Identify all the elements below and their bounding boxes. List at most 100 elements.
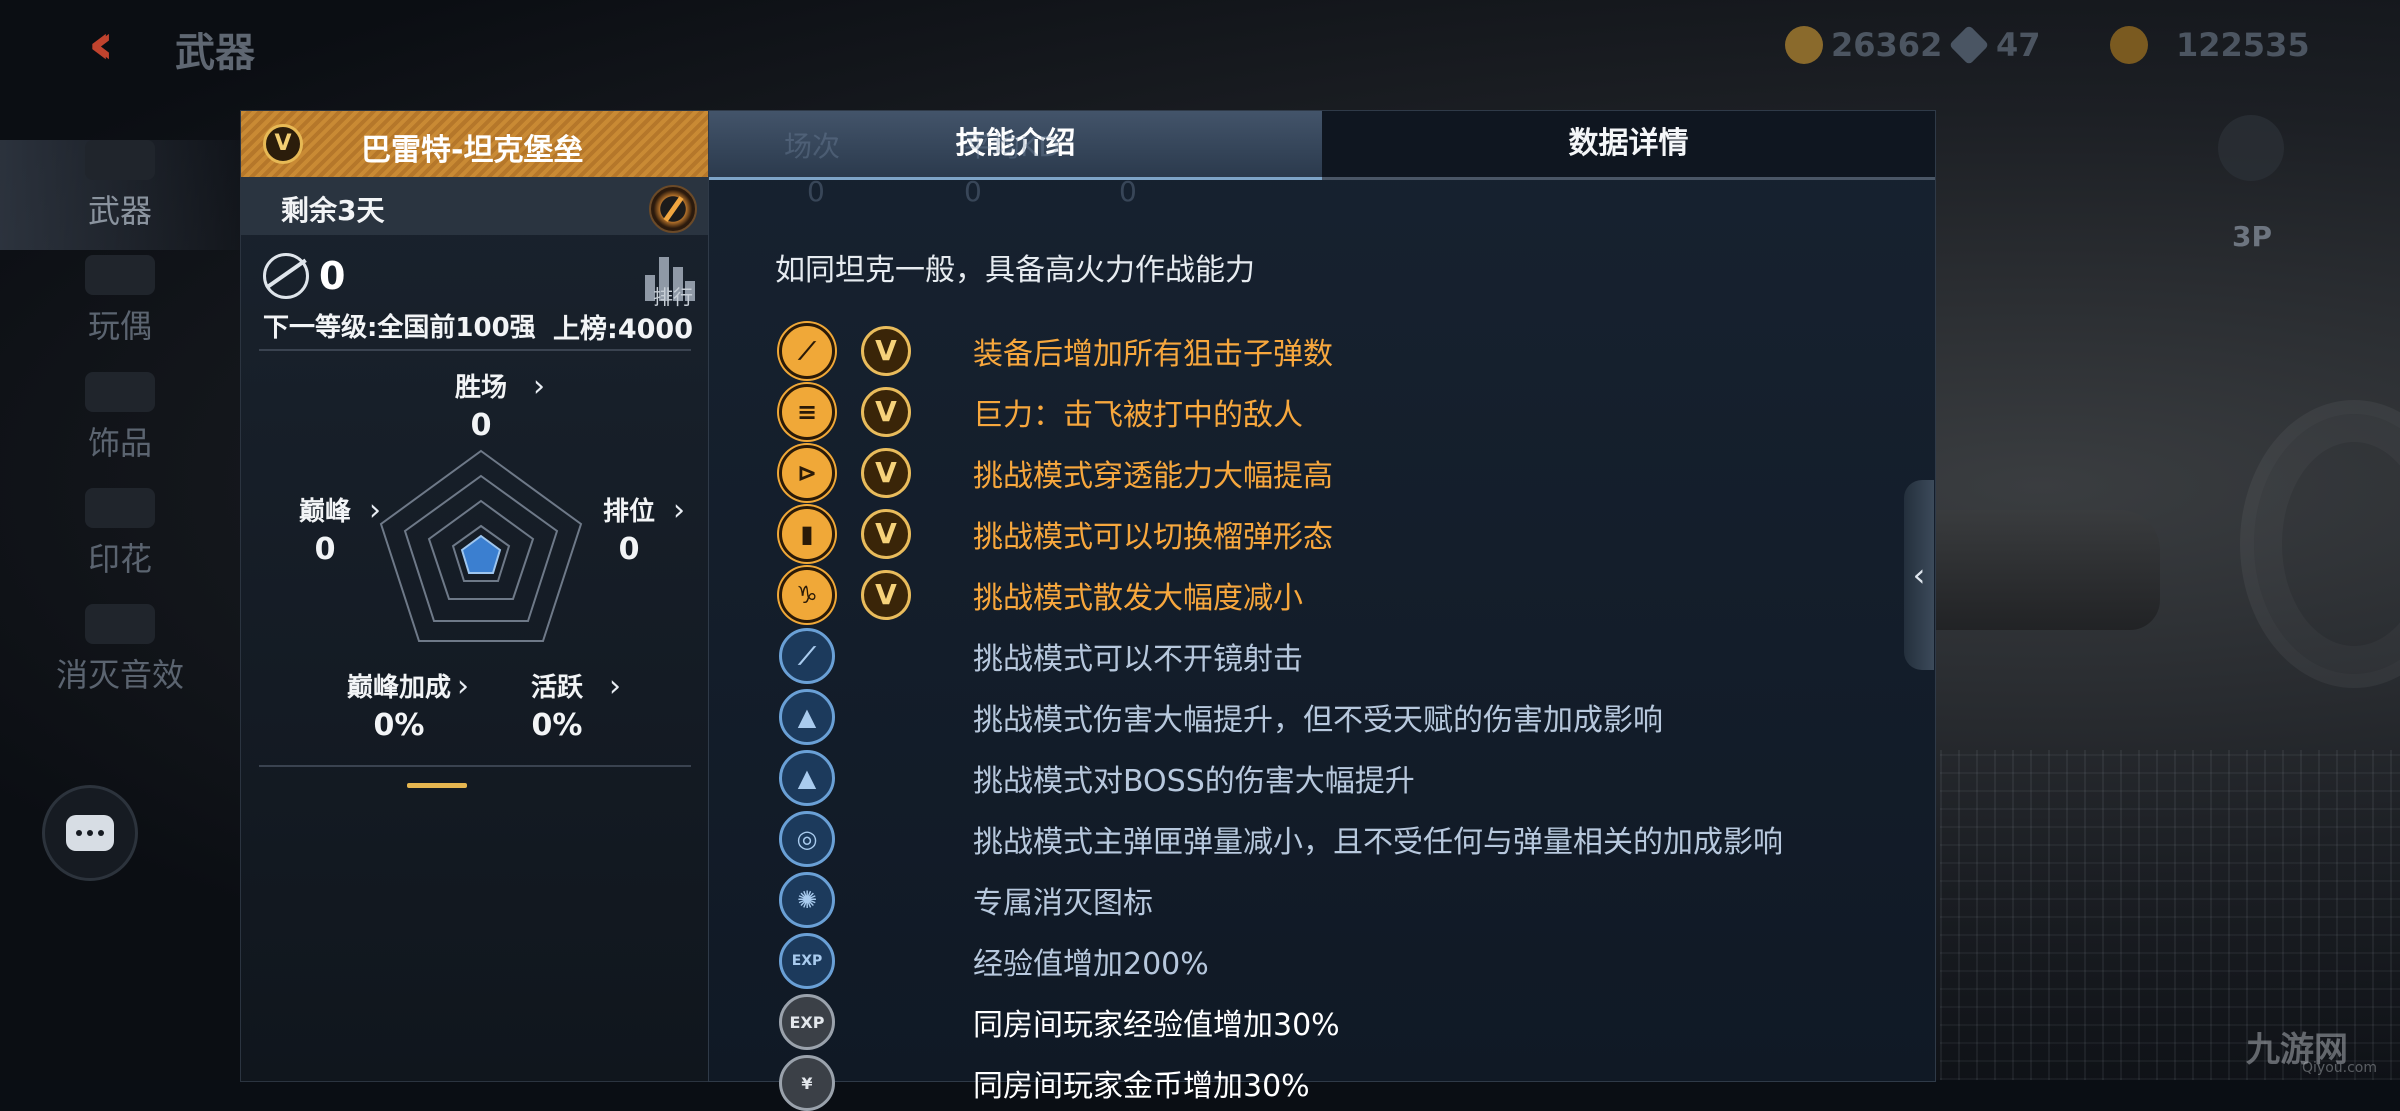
panel-tabs: 技能介绍 数据详情 — [709, 111, 1935, 180]
top-bar: ‹‹ 武器 26362 47 122535 — [0, 0, 2400, 90]
skin-preview-icon[interactable] — [649, 185, 697, 233]
kill-count-row: 0 — [263, 253, 345, 299]
grenade-icon: ▮ — [779, 506, 835, 562]
speaker-icon — [85, 604, 155, 644]
sidebar-item-accessory[interactable]: 饰品 — [0, 372, 240, 482]
decal-icon — [85, 488, 155, 528]
divider — [259, 349, 691, 351]
energy-coin-icon — [1785, 26, 1823, 64]
stat-value: 0% — [531, 708, 583, 743]
sidebar-item-label: 武器 — [87, 192, 152, 230]
next-level-text: 下一等级:全国前100强 — [263, 313, 536, 343]
rank-score: 上榜:4000 — [553, 314, 693, 345]
stat-value: 0 — [470, 408, 492, 443]
vip-badge-icon: V — [861, 387, 911, 437]
stat-peak-bonus[interactable]: 巅峰加成 0% › — [341, 667, 469, 743]
stat-active[interactable]: 活跃 0% › — [517, 667, 621, 743]
ghost-label: 平均KD — [964, 130, 1060, 163]
sidebar-item-label: 消灭音效 — [55, 656, 184, 694]
magazine-icon: ◎ — [779, 811, 835, 867]
stat-wins[interactable]: 胜场 0 › — [431, 367, 545, 443]
ghost-label: 场次 — [784, 130, 841, 163]
divider — [259, 765, 691, 767]
skill-row: ◎ 挑战模式主弹匣弹量减小，且不受任何与弹量相关的加成影响 — [779, 811, 1783, 867]
stat-peak[interactable]: 巅峰 0 › — [285, 491, 381, 567]
tab-data-details[interactable]: 数据详情 — [1322, 111, 1935, 177]
stat-ranked[interactable]: 排位 0 › — [589, 491, 685, 567]
skill-row: ¥ 同房间玩家金币增加30% — [779, 1055, 1310, 1111]
stat-value: 0 — [618, 532, 640, 567]
skill-row: EXP 同房间玩家经验值增加30% — [779, 994, 1340, 1050]
skill-text: 专属消灭图标 — [973, 886, 1153, 921]
skill-text: 挑战模式可以切换榴弹形态 — [973, 520, 1333, 555]
skill-text: 挑战模式散发大幅度减小 — [973, 581, 1303, 616]
chat-button[interactable] — [42, 785, 138, 881]
stat-label: 巅峰加成 — [346, 673, 451, 703]
noscope-icon: ⟋ — [779, 628, 835, 684]
ghost-value: 0 — [964, 175, 982, 208]
stat-label: 排位 — [602, 497, 655, 527]
leaderboard-label: 排行 — [653, 285, 693, 309]
skill-row: ⊳ V 挑战模式穿透能力大幅提高 — [779, 445, 1333, 501]
sidebar-item-weapon[interactable]: 武器 — [0, 140, 240, 250]
vip-badge-icon: V — [861, 326, 911, 376]
doll-icon — [85, 255, 155, 295]
view-mode-tag[interactable]: 3P — [2232, 220, 2272, 253]
chevron-right-icon: › — [533, 369, 545, 404]
page-title: 武器 — [175, 30, 255, 76]
room-exp-icon: EXP — [779, 994, 835, 1050]
skill-row: ⟋ V 装备后增加所有狙击子弹数 — [779, 323, 1333, 379]
skill-text: 同房间玩家金币增加30% — [973, 1069, 1310, 1104]
sidebar-item-decal[interactable]: 印花 — [0, 488, 240, 598]
sidebar-item-kill-sound[interactable]: 消灭音效 — [0, 604, 240, 714]
kill-count: 0 — [319, 254, 346, 298]
weapon-preview — [1900, 510, 2160, 630]
sidebar-item-label: 印花 — [87, 540, 152, 578]
currency-value: 122535 — [2176, 26, 2310, 64]
sidebar-item-label: 玩偶 — [87, 307, 152, 345]
ghost-value: 0 — [807, 175, 825, 208]
watermark-sub: Qiyou.com — [2302, 1060, 2377, 1076]
weapon-card-header: V 巴雷特-坦克堡垒 — [241, 111, 709, 177]
skill-text: 挑战模式对BOSS的伤害大幅提升 — [973, 764, 1415, 799]
sidebar-item-label: 饰品 — [87, 424, 152, 462]
rifle-icon — [85, 140, 155, 180]
skill-panel: 技能介绍 数据详情 场次 平均KD 0 0 0 如同坦克一般，具备高火力作战能力… — [708, 110, 1936, 1111]
room-gold-icon: ¥ — [779, 1055, 835, 1111]
currency-value: 47 — [1996, 26, 2041, 64]
skill-text: 挑战模式可以不开镜射击 — [973, 642, 1303, 677]
accessory-icon — [85, 372, 155, 412]
vip-badge-icon: V — [861, 570, 911, 620]
gold-coin-icon — [2110, 26, 2148, 64]
currency-energy: 26362 — [1785, 22, 1942, 68]
skill-row: ▲ 挑战模式对BOSS的伤害大幅提升 — [779, 750, 1415, 806]
stats-radar-chart — [379, 449, 583, 642]
kill-mark-icon: ✺ — [779, 872, 835, 928]
currency-diamond: 47 — [1948, 22, 2041, 68]
boss-damage-icon: ▲ — [779, 750, 835, 806]
skill-row: EXP 经验值增加200% — [779, 933, 1209, 989]
skill-row: ▲ 挑战模式伤害大幅提升，但不受天赋的伤害加成影响 — [779, 689, 1663, 745]
skill-text: 巨力：击飞被打中的敌人 — [973, 398, 1303, 433]
damage-up-icon: ▲ — [779, 689, 835, 745]
skill-text: 装备后增加所有狙击子弹数 — [973, 337, 1333, 372]
kill-count-icon — [263, 253, 309, 299]
stat-label: 胜场 — [454, 373, 507, 403]
stat-value: 0% — [373, 708, 425, 743]
sidebar-item-doll[interactable]: 玩偶 — [0, 255, 240, 365]
skill-row: ≡ V 巨力：击飞被打中的敌人 — [779, 384, 1303, 440]
stat-value: 0 — [314, 532, 336, 567]
bullet-icon: ⟋ — [779, 323, 835, 379]
back-arrow-icon[interactable]: ‹‹ — [88, 17, 148, 73]
vip-badge-icon: V — [263, 124, 303, 164]
skill-text: 挑战模式主弹匣弹量减小，且不受任何与弹量相关的加成影响 — [973, 825, 1783, 860]
exp-icon: EXP — [779, 933, 835, 989]
stat-label: 巅峰 — [298, 497, 351, 527]
skill-row: ✺ 专属消灭图标 — [779, 872, 1153, 928]
settings-icon[interactable] — [2218, 115, 2284, 181]
diamond-icon — [1948, 24, 1990, 66]
weapon-name: 巴雷特-坦克堡垒 — [361, 133, 584, 168]
chevron-right-icon: › — [609, 669, 621, 704]
vip-badge-icon: V — [861, 509, 911, 559]
collapse-arrow-icon[interactable]: ‹ — [1904, 480, 1934, 670]
